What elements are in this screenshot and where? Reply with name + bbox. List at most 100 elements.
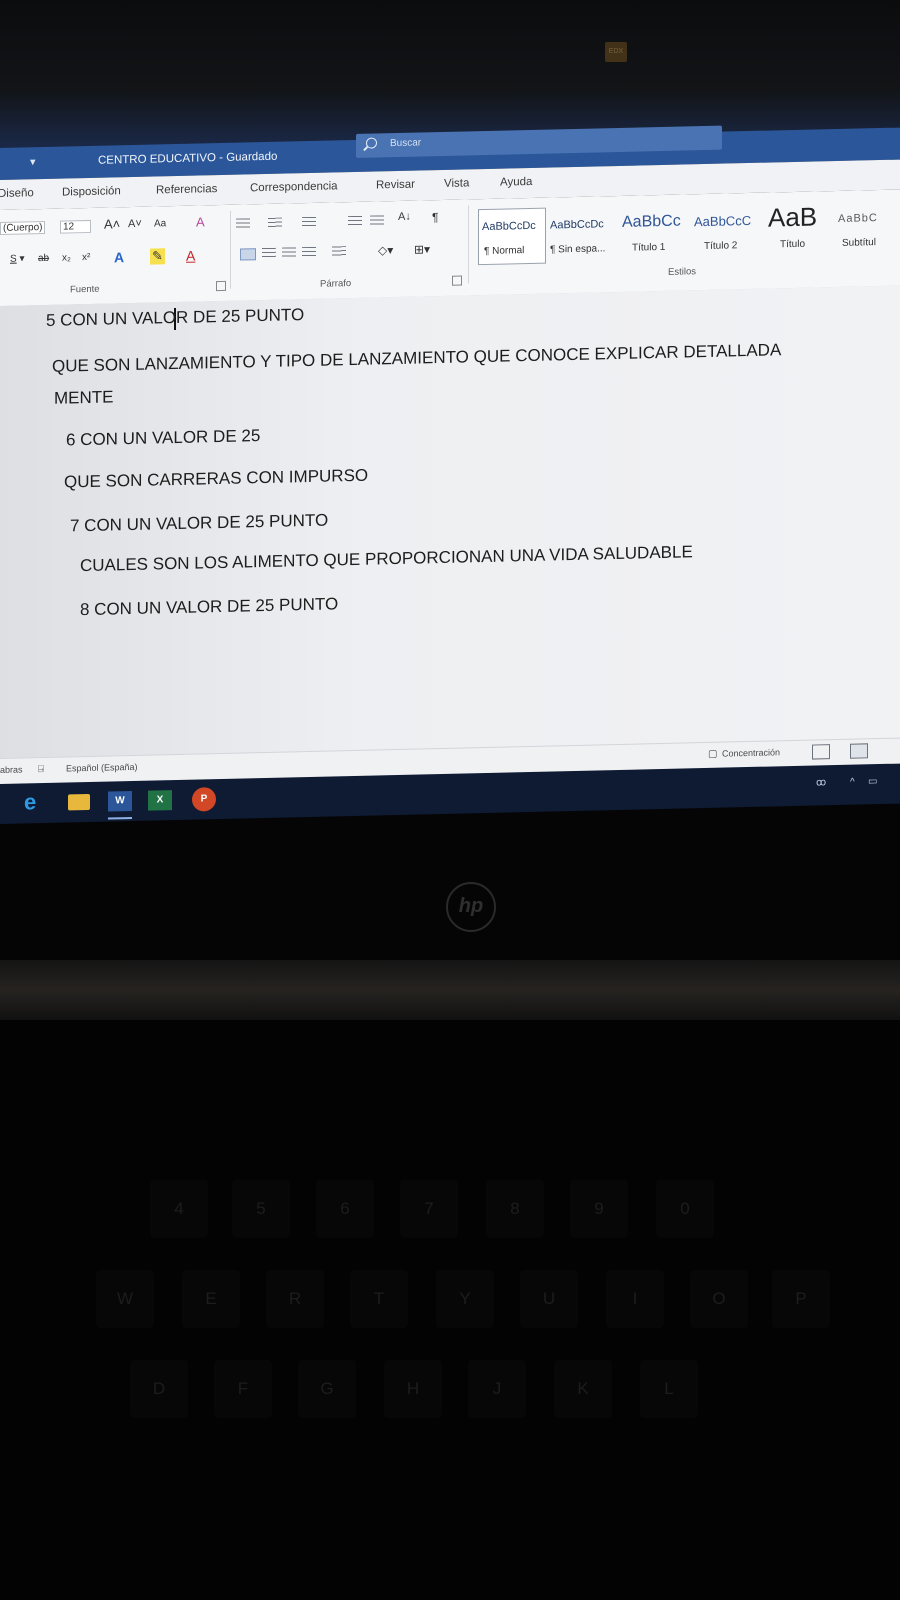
style-title-sample[interactable]: AaB	[768, 201, 817, 233]
style-heading1-sample[interactable]: AaBbCc	[622, 213, 681, 232]
align-center-icon[interactable]	[262, 247, 276, 259]
decrease-indent-icon[interactable]	[348, 215, 362, 227]
numbering-icon[interactable]	[268, 217, 282, 228]
tab-review[interactable]: Revisar	[376, 179, 415, 192]
document-title: CENTRO EDUCATIVO - Guardado	[98, 150, 278, 167]
style-subtitle-name[interactable]: Subtítul	[842, 237, 876, 249]
keyboard-key: F	[214, 1360, 272, 1418]
focus-mode-button[interactable]: Concentración	[722, 747, 780, 758]
multilevel-list-icon[interactable]	[302, 216, 316, 228]
borders-icon[interactable]: ⊞▾	[414, 242, 430, 256]
powerpoint-icon[interactable]: P	[192, 787, 216, 812]
search-icon	[366, 137, 377, 149]
tab-design[interactable]: Diseño	[0, 187, 34, 200]
battery-icon[interactable]: ▭	[868, 776, 877, 787]
font-name-select[interactable]: (Cuerpo)	[0, 220, 46, 235]
group-divider	[468, 205, 469, 284]
keyboard-key: E	[182, 1270, 240, 1328]
style-no-spacing-name[interactable]: ¶ Sin espa...	[550, 243, 605, 255]
align-left-icon[interactable]	[240, 248, 256, 261]
keyboard-key: D	[130, 1360, 188, 1418]
font-group-label: Fuente	[70, 283, 100, 296]
file-explorer-icon[interactable]	[68, 793, 90, 811]
tab-layout[interactable]: Disposición	[62, 185, 121, 198]
justify-icon[interactable]	[302, 246, 316, 258]
increase-indent-icon[interactable]	[370, 215, 384, 226]
keyboard-key: 0	[656, 1180, 714, 1238]
superscript-icon[interactable]: x²	[82, 252, 90, 263]
tab-references[interactable]: Referencias	[156, 183, 217, 196]
search-label: Buscar	[390, 137, 422, 150]
document-line[interactable]: QUE SON LANZAMIENTO Y TIPO DE LANZAMIENT…	[52, 340, 781, 377]
clear-formatting-icon[interactable]: A	[196, 214, 205, 229]
document-page[interactable]: 5 CON UN VALOR DE 25 PUNTO QUE SON LANZA…	[0, 285, 900, 776]
bullets-icon[interactable]	[236, 218, 250, 229]
show-marks-icon[interactable]: ¶	[432, 210, 438, 224]
quick-access-dropdown-icon[interactable]: ▾	[30, 155, 36, 168]
keyboard-key: Y	[436, 1270, 494, 1328]
language-indicator[interactable]: Español (España)	[66, 762, 138, 774]
subscript-icon[interactable]: x₂	[62, 252, 71, 263]
word-icon[interactable]: W	[108, 791, 132, 812]
keyboard-key: O	[690, 1270, 748, 1328]
document-line[interactable]: QUE SON CARRERAS CON IMPURSO	[64, 466, 368, 493]
font-size-select[interactable]: 12	[60, 219, 92, 234]
font-color-icon[interactable]: A	[186, 248, 195, 264]
highlight-color-icon[interactable]: ✎	[150, 248, 165, 265]
document-line[interactable]: MENTE	[54, 387, 114, 408]
tab-mailings[interactable]: Correspondencia	[250, 180, 338, 194]
style-heading2-name[interactable]: Título 2	[704, 240, 737, 252]
font-dialog-launcher-icon[interactable]	[216, 280, 226, 292]
keyboard: 4 5 6 7 8 9 0 W E R T Y U I O P D F G H …	[0, 1020, 900, 1600]
style-title-name[interactable]: Título	[780, 239, 805, 251]
styles-group-label: Estilos	[668, 266, 696, 278]
word-window: ▾ CENTRO EDUCATIVO - Guardado Buscar Dis…	[0, 98, 900, 858]
style-heading1-name[interactable]: Título 1	[632, 242, 665, 254]
style-normal-sample[interactable]: AaBbCcDc	[482, 220, 536, 233]
edge-icon[interactable]: e	[24, 789, 36, 815]
shading-icon[interactable]: ◇▾	[378, 243, 393, 257]
keyboard-key: U	[520, 1270, 578, 1328]
document-line[interactable]: 7 CON UN VALOR DE 25 PUNTO	[70, 511, 328, 537]
underline-icon[interactable]: S ▾	[10, 253, 24, 264]
focus-icon: ▢	[708, 748, 718, 760]
read-mode-icon[interactable]	[812, 744, 830, 760]
grow-font-icon[interactable]: A˄	[104, 216, 120, 231]
tab-help[interactable]: Ayuda	[500, 176, 532, 189]
sort-icon[interactable]: A↓	[398, 211, 411, 223]
keyboard-key: I	[606, 1270, 664, 1328]
document-line[interactable]: 5 CON UN VALOR DE 25 PUNTO	[46, 305, 304, 331]
keyboard-key: H	[384, 1360, 442, 1418]
text-effects-icon[interactable]: A	[114, 249, 124, 265]
document-line[interactable]: CUALES SON LOS ALIMENTO QUE PROPORCIONAN…	[80, 542, 693, 576]
word-count[interactable]: abras	[0, 764, 23, 775]
tab-view[interactable]: Vista	[444, 177, 469, 190]
style-subtitle-sample[interactable]: AaBbC	[838, 212, 878, 225]
style-normal-name[interactable]: ¶ Normal	[484, 245, 524, 257]
print-layout-icon[interactable]	[850, 743, 868, 759]
change-case-button[interactable]: Aa	[154, 218, 166, 229]
document-line[interactable]: 6 CON UN VALOR DE 25	[66, 426, 260, 450]
keyboard-key: 7	[400, 1180, 458, 1238]
keyboard-key: R	[266, 1270, 324, 1328]
excel-icon[interactable]: X	[148, 790, 172, 811]
tray-chevron-icon[interactable]: ^	[850, 777, 855, 788]
people-icon[interactable]: ꝏ	[816, 777, 826, 788]
line-spacing-icon[interactable]	[332, 246, 346, 257]
style-no-spacing-sample[interactable]: AaBbCcDc	[550, 218, 604, 231]
keyboard-key: L	[640, 1360, 698, 1418]
style-heading2-sample[interactable]: AaBbCcC	[694, 213, 751, 229]
strikethrough-icon[interactable]: ab	[38, 253, 49, 264]
align-right-icon[interactable]	[282, 247, 296, 258]
notification-app-icon: EDX	[605, 42, 627, 62]
keyboard-key: 5	[232, 1180, 290, 1238]
keyboard-key: 9	[570, 1180, 628, 1238]
keyboard-key: T	[350, 1270, 408, 1328]
proofing-icon[interactable]: ⍈	[38, 764, 44, 775]
keyboard-key: 8	[486, 1180, 544, 1238]
document-line[interactable]: 8 CON UN VALOR DE 25 PUNTO	[80, 594, 338, 620]
paragraph-group-label: Párrafo	[320, 278, 352, 290]
paragraph-dialog-launcher-icon[interactable]	[452, 275, 462, 286]
shrink-font-icon[interactable]: A˅	[128, 218, 142, 230]
keyboard-key: W	[96, 1270, 154, 1328]
